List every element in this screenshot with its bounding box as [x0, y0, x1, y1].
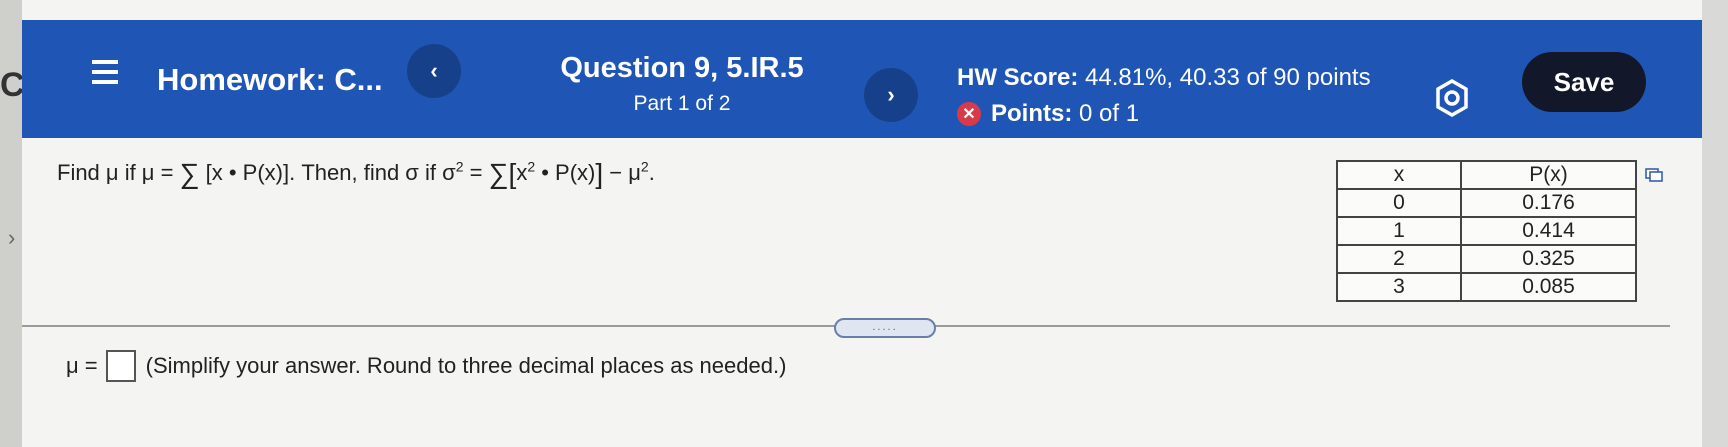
table-row: 3 0.085 [1336, 272, 1637, 302]
table-cell-px: 0.176 [1460, 188, 1637, 218]
points-value: 0 of 1 [1079, 100, 1140, 127]
column-header-px: P(x) [1460, 160, 1637, 190]
close-bracket: ] [595, 158, 604, 189]
table-cell-px: 0.085 [1460, 272, 1637, 302]
sum-symbol-2: ∑ [488, 158, 509, 189]
table-cell-x: 0 [1336, 188, 1462, 218]
table-cell-x: 1 [1336, 216, 1462, 246]
question-mid3: • P(x) [535, 160, 596, 185]
answer-row: μ = (Simplify your answer. Round to thre… [66, 350, 786, 382]
mu-exponent: 2 [640, 158, 649, 175]
points-label: Points: [991, 100, 1073, 127]
edge-chevron-icon: › [8, 225, 16, 250]
table-cell-x: 2 [1336, 244, 1462, 274]
incorrect-x-icon: ✕ [957, 102, 981, 126]
hw-score-value: 44.81%, 40.33 of 90 points [1085, 64, 1371, 91]
points-status: ✕ Points: 0 of 1 [957, 100, 1139, 128]
question-title: Question 9, 5.IR.5 [560, 52, 804, 84]
answer-hint: (Simplify your answer. Round to three de… [145, 353, 787, 378]
column-header-x: x [1336, 160, 1462, 190]
table-cell-x: 3 [1336, 272, 1462, 302]
probability-table: x P(x) 0 0.176 1 0.414 2 0.325 3 0.085 [1336, 160, 1637, 302]
x-exponent: 2 [527, 158, 536, 175]
edge-letter: C [0, 66, 25, 104]
question-prefix: Find μ if μ = [57, 160, 180, 185]
table-cell-px: 0.414 [1460, 216, 1637, 246]
question-mid1: [x • P(x)]. Then, find σ if σ [199, 160, 456, 185]
hamburger-menu-icon[interactable] [92, 60, 118, 84]
question-mid4: − μ [603, 160, 641, 185]
sum-symbol: ∑ [179, 158, 200, 189]
copy-table-icon[interactable] [1645, 168, 1663, 182]
mu-answer-input[interactable] [105, 350, 136, 382]
table-header-row: x P(x) [1336, 160, 1637, 190]
question-end: . [648, 160, 655, 185]
save-button[interactable]: Save [1522, 52, 1646, 112]
homework-title[interactable]: Homework: C... [157, 62, 383, 98]
table-row: 2 0.325 [1336, 244, 1637, 274]
x-term: x [516, 160, 528, 185]
left-edge: C › [0, 0, 25, 447]
hw-score-label: HW Score: [957, 64, 1079, 91]
settings-gear-icon[interactable] [1432, 78, 1472, 118]
previous-question-button[interactable]: ‹ [407, 44, 461, 98]
hw-score: HW Score: 44.81%, 40.33 of 90 points [957, 64, 1371, 92]
table-cell-px: 0.325 [1460, 244, 1637, 274]
answer-label: μ = [66, 353, 98, 378]
question-text: Find μ if μ = ∑ [x • P(x)]. Then, find σ… [57, 158, 655, 190]
question-part: Part 1 of 2 [633, 92, 731, 115]
table-row: 0 0.176 [1336, 188, 1637, 218]
pane-resize-handle[interactable]: ..... [834, 318, 936, 338]
header-bar: Homework: C... ‹ Question 9, 5.IR.5 Part… [22, 20, 1702, 138]
table-row: 1 0.414 [1336, 216, 1637, 246]
next-question-button[interactable]: › [864, 68, 918, 122]
question-mid2: = [463, 160, 489, 185]
